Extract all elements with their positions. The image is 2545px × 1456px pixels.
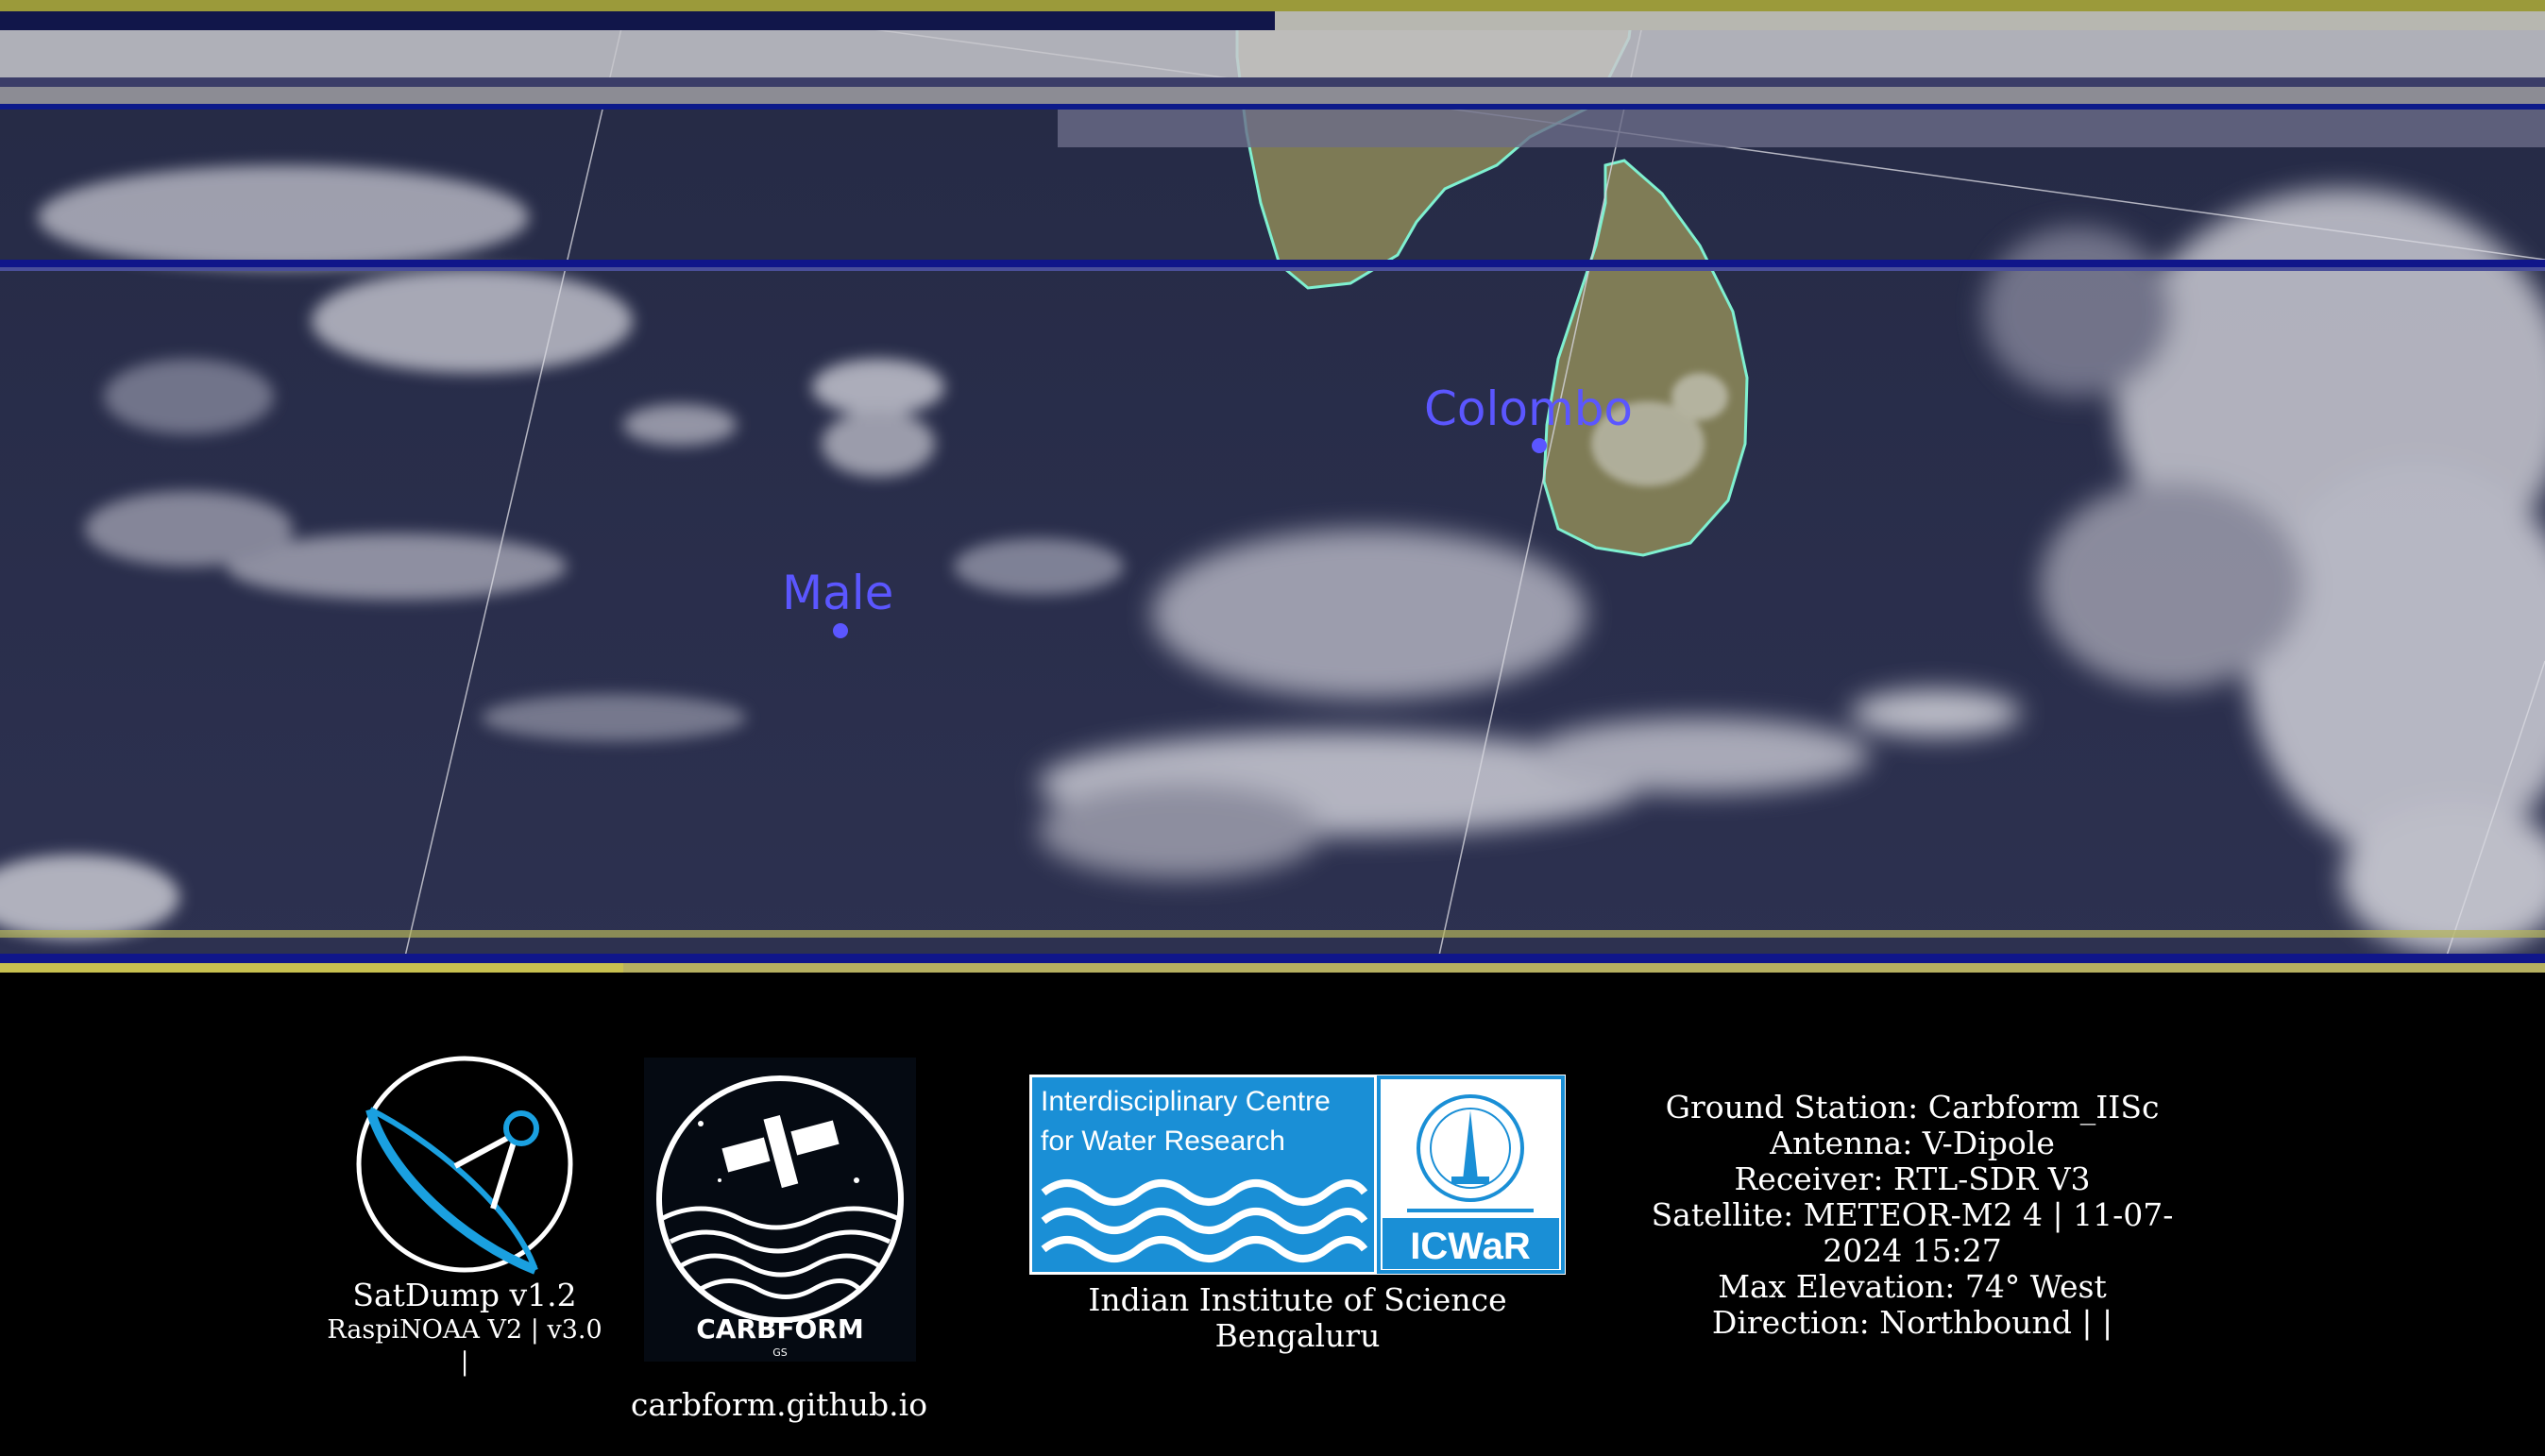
satellite-image: Colombo Male bbox=[0, 0, 2545, 973]
satdump-version: SatDump v1.2 bbox=[352, 1277, 577, 1313]
icwar-line2: for Water Research bbox=[1041, 1126, 1285, 1157]
carbform-url: carbform.github.io bbox=[630, 1386, 928, 1423]
carbform-logo-icon: CARBFORM GS bbox=[644, 1058, 916, 1362]
institute-name: Indian Institute of Science bbox=[1088, 1281, 1507, 1318]
satdump-logo-icon bbox=[356, 1056, 573, 1275]
city-label-male: Male bbox=[782, 566, 893, 620]
icwar-logo: Interdisciplinary Centre for Water Resea… bbox=[1029, 1075, 1566, 1275]
icwar-badge: ICWaR bbox=[1410, 1226, 1531, 1267]
station-info: Ground Station: Carbform_IISc Antenna: V… bbox=[1643, 1090, 2181, 1341]
satellite-text: Satellite: METEOR-M2 4 | 11-07-2024 15:2… bbox=[1651, 1196, 2174, 1269]
institute-city: Bengaluru bbox=[1214, 1317, 1381, 1354]
city-marker-colombo bbox=[1532, 438, 1547, 453]
city-marker-male bbox=[833, 623, 848, 638]
antenna-text: Antenna: V-Dipole bbox=[1770, 1125, 2055, 1161]
max-elevation-text: Max Elevation: 74° West bbox=[1718, 1268, 2107, 1305]
receiver-text: Receiver: RTL-SDR V3 bbox=[1734, 1160, 2091, 1197]
ground-station-text: Ground Station: Carbform_IISc bbox=[1665, 1089, 2160, 1126]
institute-caption: Indian Institute of Science Bengaluru bbox=[1029, 1282, 1566, 1354]
icwar-line1: Interdisciplinary Centre bbox=[1041, 1086, 1331, 1117]
carbform-logo-text: CARBFORM bbox=[696, 1313, 863, 1345]
raspinoaa-version: RaspiNOAA V2 | v3.0 | bbox=[327, 1315, 602, 1377]
carbform-logo-sub: GS bbox=[772, 1346, 788, 1359]
direction-text: Direction: Northbound | | bbox=[1711, 1304, 2113, 1341]
city-label-colombo: Colombo bbox=[1424, 381, 1633, 436]
